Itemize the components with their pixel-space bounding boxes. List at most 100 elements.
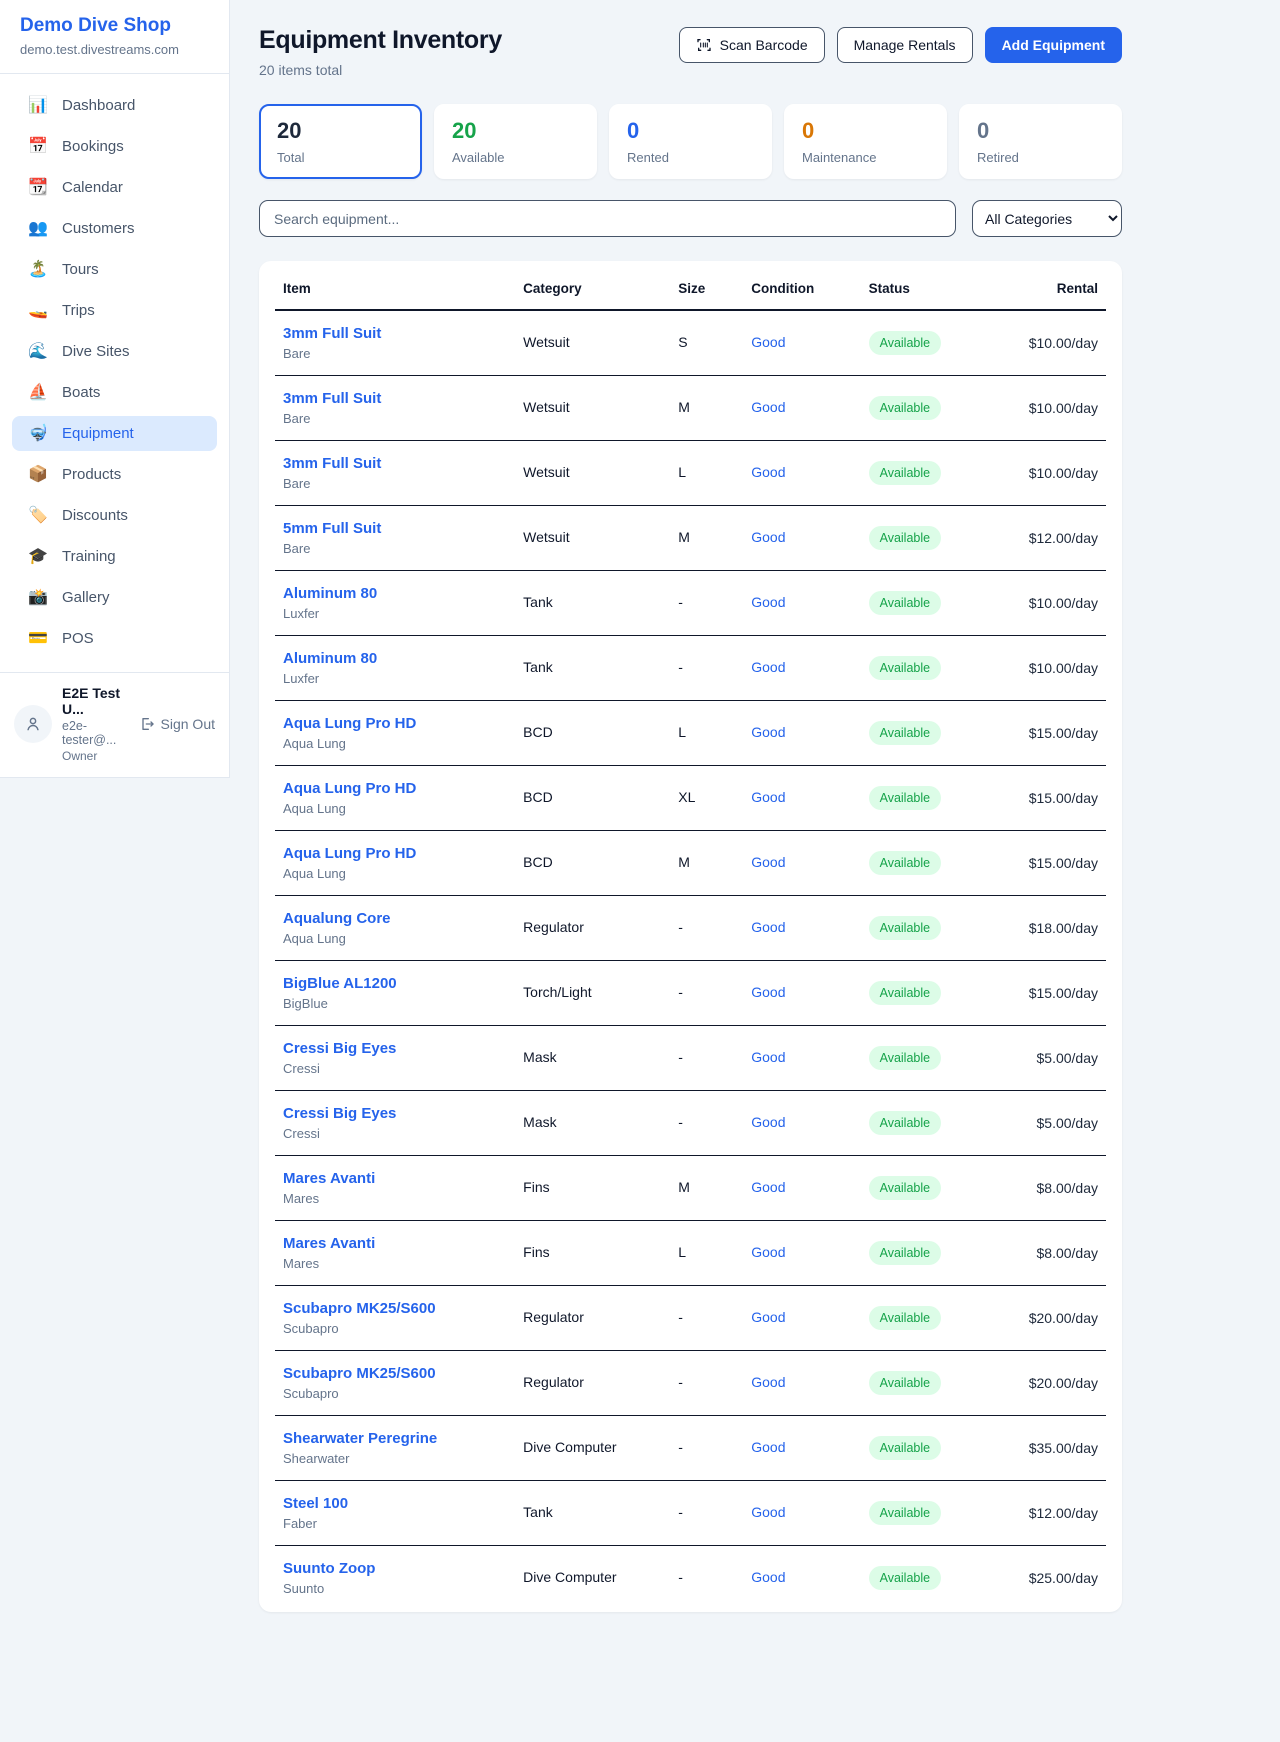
item-name-link[interactable]: 5mm Full Suit — [283, 520, 507, 537]
condition-link[interactable]: Good — [751, 1374, 785, 1390]
status-cell: Available — [861, 571, 1021, 636]
condition-link[interactable]: Good — [751, 1114, 785, 1130]
sidebar-item-bookings[interactable]: 📅Bookings — [12, 129, 217, 164]
dashboard-icon: 📊 — [28, 98, 48, 114]
sidebar-item-tours[interactable]: 🏝️Tours — [12, 252, 217, 287]
stat-card-rented[interactable]: 0Rented — [609, 104, 772, 179]
sidebar-item-discounts[interactable]: 🏷️ Discounts — [12, 498, 217, 533]
item-name-link[interactable]: Shearwater Peregrine — [283, 1430, 507, 1447]
stat-card-total[interactable]: 20Total — [259, 104, 422, 179]
stat-card-retired[interactable]: 0Retired — [959, 104, 1122, 179]
status-badge: Available — [869, 1111, 942, 1135]
size-value: - — [678, 1114, 683, 1130]
condition-link[interactable]: Good — [751, 1179, 785, 1195]
item-name-link[interactable]: Aluminum 80 — [283, 650, 507, 667]
item-name-link[interactable]: Steel 100 — [283, 1495, 507, 1512]
rental-cell: $20.00/day — [1021, 1351, 1106, 1416]
manage-rentals-button[interactable]: Manage Rentals — [837, 27, 973, 63]
item-name-link[interactable]: 3mm Full Suit — [283, 390, 507, 407]
size-value: - — [678, 1504, 683, 1520]
user-info: E2E Test U... e2e-tester@... Owner — [62, 685, 129, 763]
item-name-link[interactable]: Mares Avanti — [283, 1235, 507, 1252]
discounts-icon: 🏷️ — [28, 508, 48, 524]
condition-link[interactable]: Good — [751, 334, 785, 350]
item-name-link[interactable]: Aqualung Core — [283, 910, 507, 927]
rental-cell: $10.00/day — [1021, 310, 1106, 376]
sidebar-item-label: Boats — [62, 384, 100, 401]
condition-link[interactable]: Good — [751, 1244, 785, 1260]
column-header-item: Item — [275, 267, 515, 310]
rental-value: $35.00/day — [1029, 1440, 1098, 1456]
size-value: L — [678, 1244, 686, 1260]
item-brand: Scubapro — [283, 1386, 507, 1401]
condition-cell: Good — [743, 506, 860, 571]
condition-link[interactable]: Good — [751, 1049, 785, 1065]
condition-link[interactable]: Good — [751, 464, 785, 480]
item-name-link[interactable]: Mares Avanti — [283, 1170, 507, 1187]
stat-label: Maintenance — [802, 150, 929, 165]
sidebar-item-equipment[interactable]: 🤿Equipment — [12, 416, 217, 451]
rental-value: $8.00/day — [1037, 1180, 1099, 1196]
condition-link[interactable]: Good — [751, 594, 785, 610]
rental-cell: $5.00/day — [1021, 1026, 1106, 1091]
scan-barcode-button[interactable]: Scan Barcode — [679, 27, 825, 63]
stat-value: 0 — [627, 118, 754, 144]
main-content: Equipment Inventory 20 items total Scan … — [230, 0, 1280, 1642]
item-name-link[interactable]: Suunto Zoop — [283, 1560, 507, 1577]
condition-link[interactable]: Good — [751, 659, 785, 675]
sidebar-item-gallery[interactable]: 📸Gallery — [12, 580, 217, 615]
status-badge: Available — [869, 721, 942, 745]
condition-link[interactable]: Good — [751, 399, 785, 415]
item-name-link[interactable]: Cressi Big Eyes — [283, 1040, 507, 1057]
item-name-link[interactable]: Scubapro MK25/S600 — [283, 1365, 507, 1382]
search-input[interactable] — [259, 200, 956, 237]
item-name-link[interactable]: Aqua Lung Pro HD — [283, 715, 507, 732]
sidebar-item-label: Calendar — [62, 179, 123, 196]
item-name-link[interactable]: 3mm Full Suit — [283, 455, 507, 472]
size-cell: - — [670, 1026, 743, 1091]
status-badge: Available — [869, 1371, 942, 1395]
item-cell: 3mm Full SuitBare — [275, 441, 515, 506]
item-name-link[interactable]: Cressi Big Eyes — [283, 1105, 507, 1122]
item-name-link[interactable]: Aqua Lung Pro HD — [283, 845, 507, 862]
sidebar-item-training[interactable]: 🎓Training — [12, 539, 217, 574]
sidebar-item-products[interactable]: 📦Products — [12, 457, 217, 492]
item-name-link[interactable]: BigBlue AL1200 — [283, 975, 507, 992]
item-cell: Aqua Lung Pro HDAqua Lung — [275, 701, 515, 766]
sidebar-item-pos[interactable]: 💳POS — [12, 621, 217, 656]
condition-link[interactable]: Good — [751, 789, 785, 805]
status-badge: Available — [869, 916, 942, 940]
item-name-link[interactable]: Aqua Lung Pro HD — [283, 780, 507, 797]
item-brand: Aqua Lung — [283, 866, 507, 881]
size-value: - — [678, 594, 683, 610]
sidebar-item-trips[interactable]: 🚤Trips — [12, 293, 217, 328]
stat-card-available[interactable]: 20Available — [434, 104, 597, 179]
condition-link[interactable]: Good — [751, 854, 785, 870]
condition-link[interactable]: Good — [751, 1439, 785, 1455]
category-value: Dive Computer — [523, 1569, 616, 1585]
sidebar-item-dive-sites[interactable]: 🌊Dive Sites — [12, 334, 217, 369]
sign-out-button[interactable]: Sign Out — [139, 716, 215, 732]
condition-link[interactable]: Good — [751, 1569, 785, 1585]
condition-link[interactable]: Good — [751, 919, 785, 935]
sidebar-item-label: Discounts — [62, 507, 128, 524]
item-name-link[interactable]: Scubapro MK25/S600 — [283, 1300, 507, 1317]
condition-cell: Good — [743, 1221, 860, 1286]
sidebar-item-calendar[interactable]: 📆Calendar — [12, 170, 217, 205]
sidebar-item-label: Tours — [62, 261, 99, 278]
condition-link[interactable]: Good — [751, 984, 785, 1000]
status-badge: Available — [869, 1241, 942, 1265]
condition-link[interactable]: Good — [751, 1309, 785, 1325]
condition-link[interactable]: Good — [751, 724, 785, 740]
sidebar-item-boats[interactable]: ⛵Boats — [12, 375, 217, 410]
item-name-link[interactable]: 3mm Full Suit — [283, 325, 507, 342]
add-equipment-button[interactable]: Add Equipment — [985, 27, 1122, 63]
category-select[interactable]: All Categories — [972, 200, 1122, 237]
condition-link[interactable]: Good — [751, 529, 785, 545]
item-name-link[interactable]: Aluminum 80 — [283, 585, 507, 602]
sidebar-item-dashboard[interactable]: 📊Dashboard — [12, 88, 217, 123]
sidebar-item-customers[interactable]: 👥Customers — [12, 211, 217, 246]
stat-card-maintenance[interactable]: 0Maintenance — [784, 104, 947, 179]
condition-link[interactable]: Good — [751, 1504, 785, 1520]
category-value: Wetsuit — [523, 529, 569, 545]
